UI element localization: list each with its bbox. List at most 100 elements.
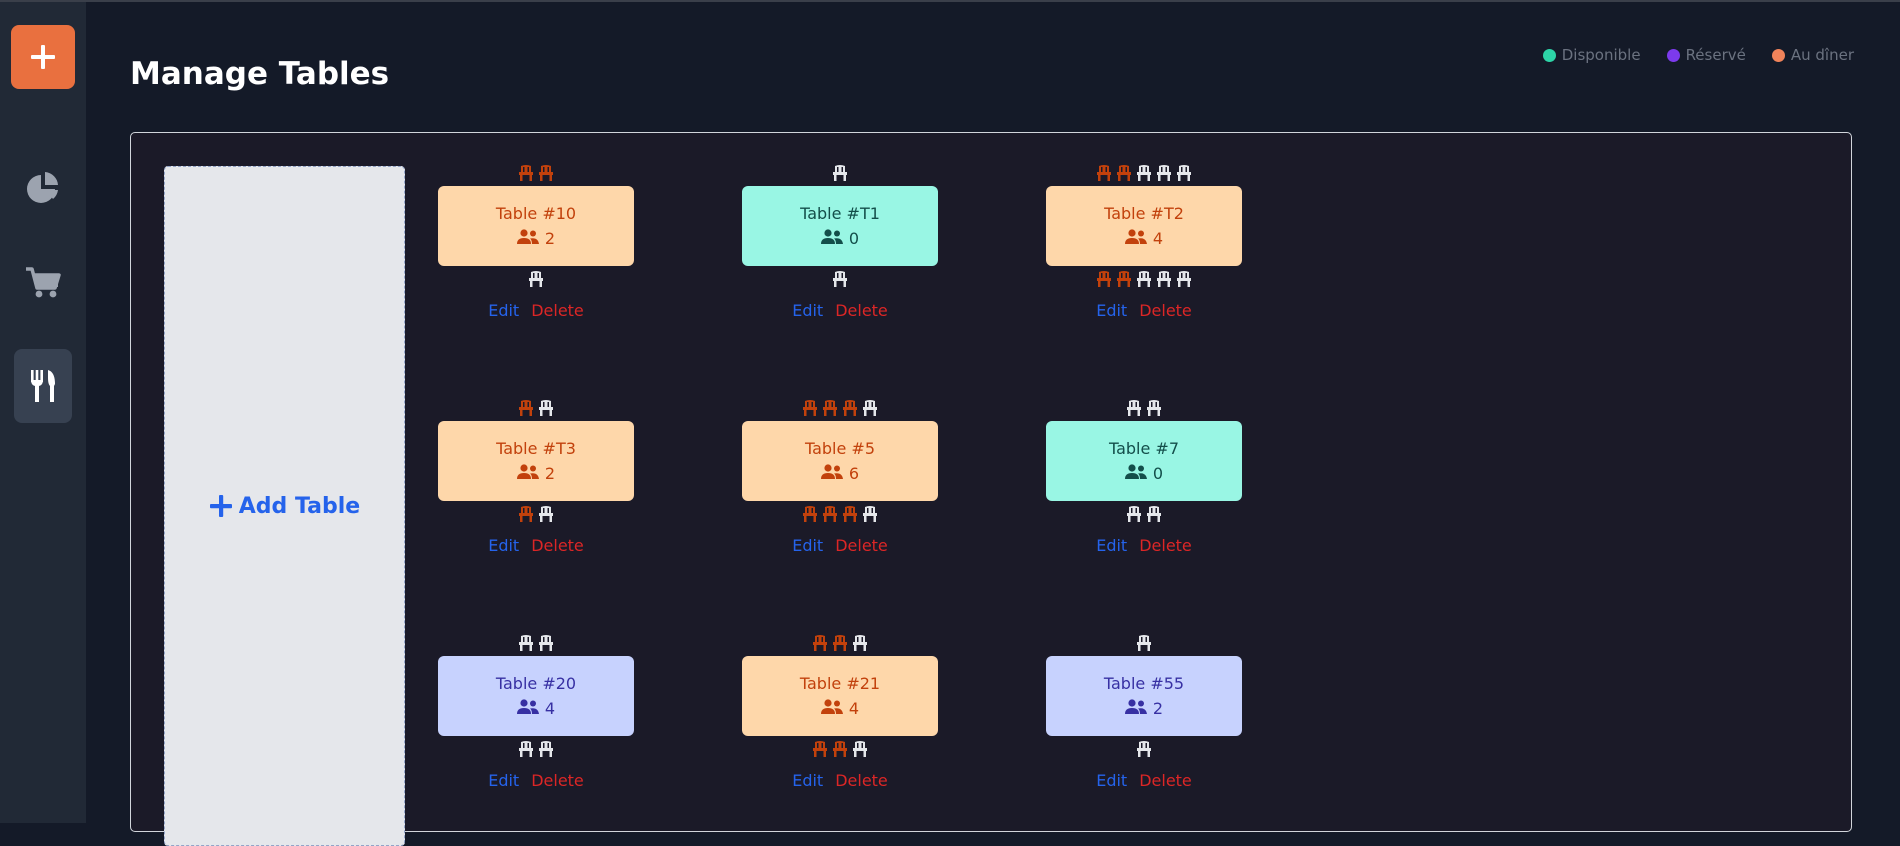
edit-link[interactable]: Edit	[1096, 301, 1127, 320]
users-icon	[1124, 463, 1147, 484]
nav-tables[interactable]	[14, 349, 72, 423]
guest-count: 6	[820, 463, 859, 484]
edit-link[interactable]: Edit	[792, 771, 823, 790]
chair-occupied-icon	[842, 505, 858, 523]
table-card[interactable]: Table #T2 4	[1046, 186, 1242, 266]
guest-count: 2	[1124, 698, 1164, 719]
edit-link[interactable]: Edit	[488, 771, 519, 790]
chair-icon	[1146, 505, 1162, 523]
edit-link[interactable]: Edit	[1096, 536, 1127, 555]
nav-dashboard[interactable]	[14, 152, 72, 226]
legend-dot-reserved	[1666, 48, 1680, 62]
delete-link[interactable]: Delete	[1139, 536, 1192, 555]
chair-icon	[538, 740, 554, 758]
chair-icon	[1136, 164, 1152, 182]
nav-orders[interactable]	[14, 246, 72, 320]
table-card[interactable]: Table #7 0	[1046, 421, 1242, 501]
chairs-bottom	[1046, 505, 1242, 523]
add-table-label: Add Table	[238, 493, 361, 519]
add-table-label-group: Add Table	[209, 494, 360, 519]
status-legend: Disponible Réservé Au dîner	[1542, 46, 1854, 64]
chair-occupied-icon	[538, 164, 554, 182]
table-card[interactable]: Table #21 4	[742, 656, 938, 736]
delete-link[interactable]: Delete	[835, 536, 888, 555]
table-actions: Edit Delete	[438, 536, 634, 555]
guest-count-value: 2	[544, 229, 556, 248]
guest-count: 0	[1124, 463, 1163, 484]
table-actions: Edit Delete	[742, 771, 938, 790]
chair-occupied-icon	[812, 634, 828, 652]
cart-icon	[26, 267, 61, 298]
table-item: Table #T2 4 Edit Delete	[1046, 164, 1242, 339]
plus-icon	[209, 495, 232, 517]
table-card[interactable]: Table #55 2	[1046, 656, 1242, 736]
chair-icon	[1156, 270, 1172, 288]
users-icon	[516, 463, 539, 484]
table-name: Table #5	[804, 438, 876, 458]
guest-count-value: 4	[544, 699, 556, 718]
chairs-top	[742, 634, 938, 652]
table-card[interactable]: Table #5 6	[742, 421, 938, 501]
table-name: Table #10	[495, 203, 577, 223]
table-card[interactable]: Table #10 2	[438, 186, 634, 266]
plus-icon	[31, 45, 55, 69]
edit-link[interactable]: Edit	[488, 536, 519, 555]
chair-occupied-icon	[822, 399, 838, 417]
delete-link[interactable]: Delete	[531, 771, 584, 790]
table-card[interactable]: Table #T1 0	[742, 186, 938, 266]
legend-dot-dining	[1771, 48, 1785, 62]
table-name: Table #55	[1103, 673, 1185, 693]
chairs-bottom	[438, 740, 634, 758]
delete-link[interactable]: Delete	[531, 536, 584, 555]
table-card[interactable]: Table #T3 2	[438, 421, 634, 501]
legend-item-available: Disponible	[1542, 46, 1641, 64]
guest-count-value: 2	[1152, 699, 1164, 718]
table-name: Table #T3	[496, 438, 576, 458]
edit-link[interactable]: Edit	[1096, 771, 1127, 790]
chair-occupied-icon	[1116, 270, 1132, 288]
delete-link[interactable]: Delete	[1139, 771, 1192, 790]
chair-occupied-icon	[812, 740, 828, 758]
users-icon	[820, 463, 843, 484]
guest-count: 4	[1124, 228, 1163, 249]
chair-occupied-icon	[1096, 270, 1112, 288]
chairs-bottom	[438, 505, 634, 523]
chair-icon	[1126, 505, 1142, 523]
table-name: Table #20	[495, 673, 577, 693]
guest-count: 4	[516, 698, 556, 719]
table-item: Table #21 4 Edit Delete	[742, 634, 938, 809]
delete-link[interactable]: Delete	[835, 771, 888, 790]
legend-dot-available	[1542, 48, 1556, 62]
chair-occupied-icon	[1096, 164, 1112, 182]
edit-link[interactable]: Edit	[792, 301, 823, 320]
chairs-bottom	[742, 270, 938, 288]
chair-occupied-icon	[832, 740, 848, 758]
chair-icon	[1156, 164, 1172, 182]
edit-link[interactable]: Edit	[792, 536, 823, 555]
users-icon	[820, 228, 843, 249]
chairs-top	[1046, 399, 1242, 417]
chair-icon	[538, 399, 554, 417]
tables-board: Add Table Table #10 2 Edit Delete Table #T1 0…	[130, 132, 1852, 846]
add-button[interactable]	[11, 25, 75, 89]
delete-link[interactable]: Delete	[1139, 301, 1192, 320]
table-card[interactable]: Table #20 4	[438, 656, 634, 736]
table-item: Table #T1 0 Edit Delete	[742, 164, 938, 339]
utensils-icon	[31, 370, 55, 402]
chair-icon	[852, 634, 868, 652]
edit-link[interactable]: Edit	[488, 301, 519, 320]
delete-link[interactable]: Delete	[835, 301, 888, 320]
legend-item-dining: Au dîner	[1771, 46, 1854, 64]
users-icon	[1124, 228, 1147, 249]
window-top-border	[0, 0, 1900, 2]
delete-link[interactable]: Delete	[531, 301, 584, 320]
chairs-bottom	[438, 270, 634, 288]
users-icon	[1124, 698, 1147, 719]
page-title: Manage Tables	[130, 56, 390, 92]
table-actions: Edit Delete	[438, 771, 634, 790]
table-actions: Edit Delete	[742, 536, 938, 555]
add-table-button[interactable]: Add Table	[164, 166, 405, 846]
guest-count: 0	[820, 228, 859, 249]
chair-occupied-icon	[518, 164, 534, 182]
chair-icon	[538, 634, 554, 652]
